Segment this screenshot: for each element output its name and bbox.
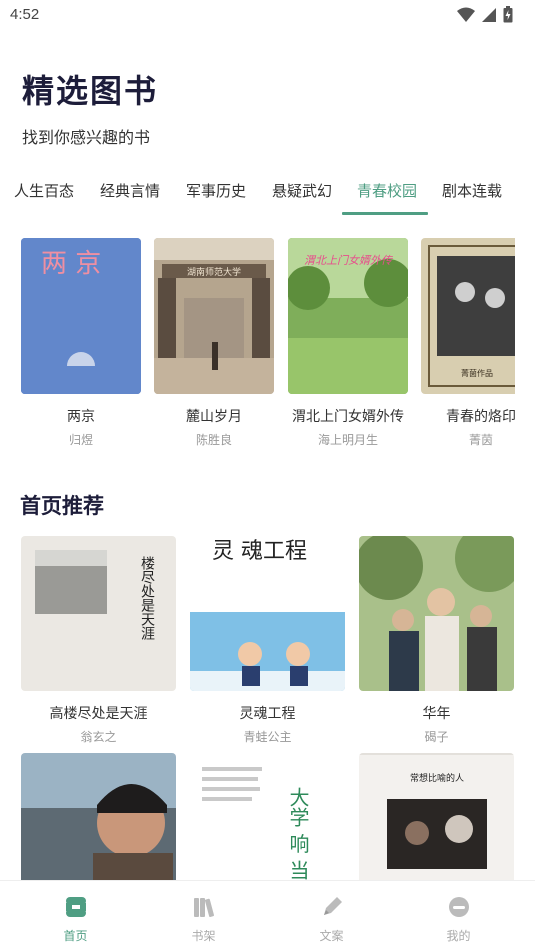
nav-label: 首页 bbox=[63, 929, 88, 943]
book-cover: 灵 魂工程 bbox=[190, 536, 345, 691]
page-subtitle: 找到你感兴趣的书 bbox=[22, 128, 151, 147]
cover-title: 两 京 bbox=[41, 249, 101, 279]
category-tabs: 人生百态 经典言情 军事历史 悬疑武幻 青春校园 剧本连载 bbox=[0, 170, 535, 216]
cover-title: 菁菌作品 bbox=[461, 368, 493, 378]
wifi-icon bbox=[457, 7, 475, 22]
cover-title: 大学 响 当当 bbox=[286, 787, 310, 881]
book-title: 高楼尽处是天涯 bbox=[49, 706, 148, 722]
book-author: 青蛙公主 bbox=[243, 730, 292, 744]
book-card[interactable]: 湖南师范大学 麓山岁月 陈胜良 bbox=[154, 238, 274, 448]
book-author: 碣子 bbox=[424, 730, 449, 744]
tab-mystery[interactable]: 悬疑武幻 bbox=[272, 180, 332, 201]
home-icon bbox=[65, 897, 86, 917]
tab-script[interactable]: 剧本连载 bbox=[442, 180, 502, 201]
book-author: 归煜 bbox=[68, 433, 93, 447]
status-time: 4:52 bbox=[10, 6, 40, 23]
cover-title: 渭北上门女婿外传 bbox=[304, 254, 393, 267]
cover-title: 灵 魂工程 bbox=[212, 539, 307, 564]
recommend-card[interactable]: 华年 碣子 bbox=[359, 536, 514, 745]
book-title: 两京 bbox=[67, 409, 95, 425]
book-card[interactable]: 两 京 两京 归煜 bbox=[21, 238, 141, 448]
book-cover: 大学 响 当当 bbox=[190, 753, 345, 881]
featured-carousel: 两 京 两京 归煜 湖南师范大学 麓山岁月 陈胜良 渭北上门女婿外传 渭北上门女… bbox=[0, 238, 515, 458]
book-cover: 两 京 bbox=[21, 238, 141, 394]
book-author: 海上明月生 bbox=[317, 433, 378, 447]
book-cover: 渭北上门女婿外传 bbox=[288, 238, 408, 394]
battery-icon bbox=[503, 6, 513, 23]
recommend-card[interactable]: 灵 魂工程 灵魂工程 青蛙公主 bbox=[190, 536, 345, 745]
recommend-grid: 楼尽处是天涯 高楼尽处是天涯 翁玄之 灵 魂工程 灵魂工程 青蛙公主 华年 碣子… bbox=[0, 536, 535, 881]
section-title: 首页推荐 bbox=[20, 494, 104, 518]
book-author: 翁玄之 bbox=[80, 730, 117, 744]
book-cover: 楼尽处是天涯 bbox=[21, 536, 176, 691]
book-cover: 菁菌作品 bbox=[421, 238, 515, 394]
nav-bookshelf[interactable]: 书架 bbox=[137, 881, 270, 951]
status-bar: 4:52 bbox=[0, 0, 535, 30]
tab-active-indicator bbox=[342, 212, 428, 215]
nav-label: 文案 bbox=[319, 929, 344, 943]
book-author: 菁茵 bbox=[468, 433, 493, 447]
book-card[interactable]: 渭北上门女婿外传 渭北上门女婿外传 海上明月生 bbox=[288, 238, 408, 448]
book-title: 麓山岁月 bbox=[186, 409, 242, 425]
bottom-nav: 首页 书架 文案 我的 bbox=[0, 880, 535, 951]
recommend-card[interactable] bbox=[21, 753, 176, 881]
tab-life[interactable]: 人生百态 bbox=[14, 180, 74, 201]
cover-title: 楼尽处是天涯 bbox=[139, 556, 155, 640]
nav-copywriting[interactable]: 文案 bbox=[265, 881, 398, 951]
book-author: 陈胜良 bbox=[195, 433, 232, 447]
bookshelf-icon bbox=[193, 898, 214, 917]
tab-military-history[interactable]: 军事历史 bbox=[186, 180, 246, 201]
nav-home[interactable]: 首页 bbox=[9, 881, 142, 951]
recommend-card[interactable]: 常想比喻的人 bbox=[359, 753, 514, 881]
tab-campus[interactable]: 青春校园 bbox=[357, 180, 417, 201]
status-icons bbox=[457, 6, 513, 23]
book-cover bbox=[359, 536, 514, 691]
cover-title: 湖南师范大学 bbox=[187, 266, 241, 278]
page-title: 精选图书 bbox=[22, 72, 159, 110]
signal-icon bbox=[482, 7, 496, 22]
book-card[interactable]: 菁菌作品 青春的烙印 菁茵 bbox=[421, 238, 515, 448]
book-cover bbox=[21, 753, 176, 881]
nav-label: 书架 bbox=[191, 929, 216, 943]
recommend-card[interactable]: 大学 响 当当 bbox=[190, 753, 345, 881]
book-title: 青春的烙印 bbox=[446, 409, 515, 425]
book-title: 灵魂工程 bbox=[239, 706, 296, 722]
pen-icon bbox=[323, 897, 342, 915]
profile-icon bbox=[448, 897, 469, 917]
nav-label: 我的 bbox=[446, 929, 471, 943]
book-cover: 湖南师范大学 bbox=[154, 238, 274, 394]
book-cover: 常想比喻的人 bbox=[359, 753, 514, 881]
recommend-card[interactable]: 楼尽处是天涯 高楼尽处是天涯 翁玄之 bbox=[21, 536, 176, 745]
book-title: 华年 bbox=[422, 706, 451, 722]
tab-romance[interactable]: 经典言情 bbox=[100, 180, 160, 201]
book-title: 渭北上门女婿外传 bbox=[292, 409, 404, 425]
cover-title: 常想比喻的人 bbox=[410, 772, 464, 784]
nav-profile[interactable]: 我的 bbox=[392, 881, 525, 951]
